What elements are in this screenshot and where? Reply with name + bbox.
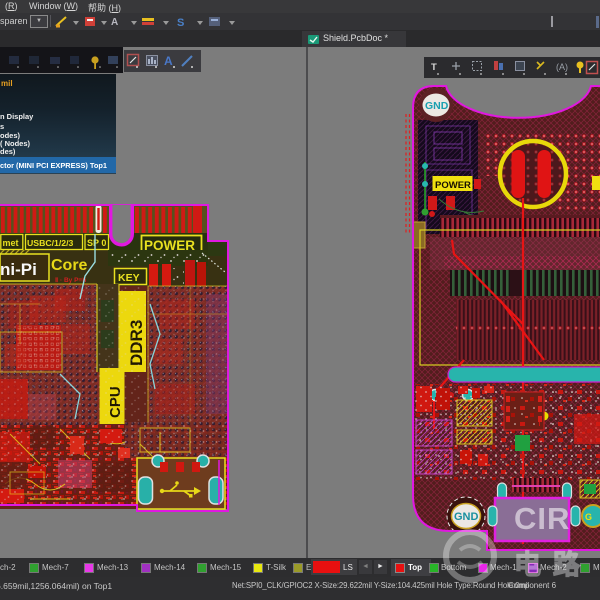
svg-text:SP 0: SP 0: [87, 238, 106, 248]
svg-text:Ⅱ · By P≡h: Ⅱ · By P≡h: [55, 276, 86, 284]
svg-text:T: T: [431, 62, 437, 73]
svg-text:KEY: KEY: [118, 272, 140, 284]
svg-text:USBC/1/2/3: USBC/1/2/3: [27, 238, 74, 248]
svg-text:GND: GND: [454, 511, 479, 523]
svg-text:Core: Core: [51, 257, 88, 274]
svg-text:POWER: POWER: [435, 180, 471, 191]
svg-text:met: met: [3, 238, 19, 248]
svg-text:A: A: [111, 17, 118, 28]
svg-text:G: G: [585, 512, 592, 522]
svg-text:S: S: [177, 17, 184, 29]
svg-text:GND: GND: [425, 100, 449, 112]
svg-text:(A): (A): [556, 62, 568, 72]
svg-text:ni-Pi: ni-Pi: [0, 260, 37, 279]
svg-text:A: A: [164, 54, 173, 68]
